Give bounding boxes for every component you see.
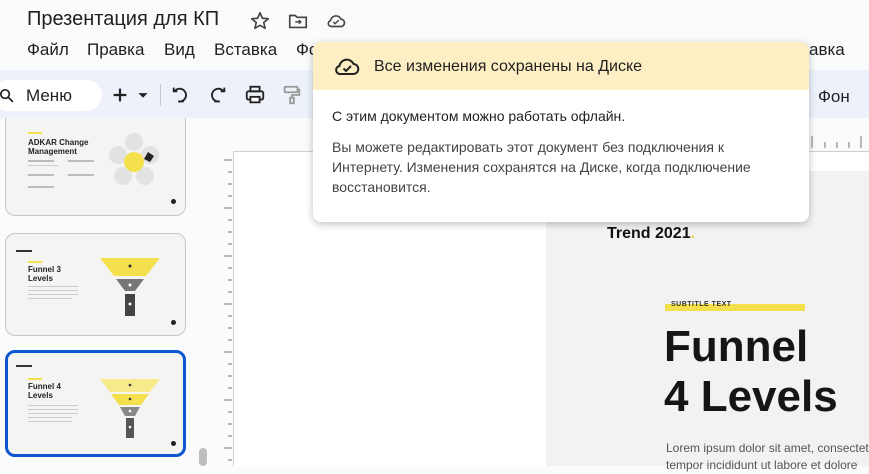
thumb-text-line	[28, 405, 78, 406]
popup-offline-text: С этим документом можно работать офлайн.	[332, 108, 626, 124]
chevron-down-icon[interactable]	[135, 84, 151, 106]
menu-view[interactable]: Вид	[164, 40, 195, 60]
funnel-3-icon	[100, 258, 160, 316]
title-bar: Презентация для КП	[0, 0, 869, 40]
redo-icon[interactable]	[206, 84, 228, 106]
slide-body-line1: Lorem ipsum dolor sit amet, consectetu	[666, 441, 869, 455]
thumb-logo-dot	[171, 199, 176, 204]
slide-title-line2: 4 Levels	[664, 372, 838, 421]
thumb-title: Funnel 3 Levels	[28, 265, 61, 283]
thumb-text-line	[28, 409, 78, 410]
thumb-text-line	[28, 160, 54, 162]
filmstrip-scrollbar[interactable]	[199, 448, 207, 466]
menu-search-button[interactable]: Меню	[0, 80, 102, 111]
funnel-4-icon	[100, 379, 160, 438]
search-icon	[0, 88, 14, 103]
thumb-text-line	[28, 165, 58, 166]
thumb-text-line	[68, 174, 94, 176]
adkar-diagram-icon	[109, 133, 159, 185]
popup-header-text: Все изменения сохранены на Диске	[374, 58, 643, 75]
menu-search-label: Меню	[26, 86, 72, 105]
slide-body-text[interactable]: Lorem ipsum dolor sit amet, consectetu t…	[666, 440, 869, 474]
thumb-logo-dot	[171, 441, 176, 446]
add-icon[interactable]	[109, 84, 131, 106]
menu-edit[interactable]: Правка	[87, 40, 144, 60]
thumb-title: Funnel 4 Levels	[28, 382, 61, 400]
slide-title-line1: Funnel	[664, 322, 809, 371]
cloud-saved-icon[interactable]	[325, 10, 347, 32]
thumb-text-line	[28, 421, 72, 422]
undo-icon[interactable]	[170, 84, 192, 106]
thumb-text-line	[28, 286, 78, 287]
slide-title[interactable]: Funnel 4 Levels	[664, 322, 838, 422]
thumb-logo-dot	[171, 320, 176, 325]
cloud-done-icon	[335, 58, 360, 76]
thumb-text-line	[28, 413, 78, 414]
toolbar-divider	[160, 84, 161, 106]
thumb-text-line	[28, 298, 72, 299]
thumb-text-line	[68, 160, 94, 162]
thumb-text-line	[28, 417, 72, 418]
horizontal-ruler	[811, 136, 862, 148]
thumb-text-line	[28, 294, 78, 295]
thumb-accent-bar	[28, 132, 42, 134]
trend-dot: .	[690, 225, 696, 242]
star-icon[interactable]	[249, 10, 271, 32]
thumb-title: ADKAR Change Management	[28, 138, 89, 156]
thumb-text-line	[28, 174, 54, 176]
popup-body-text: Вы можете редактировать этот документ бе…	[332, 139, 751, 195]
menu-file[interactable]: Файл	[27, 40, 69, 60]
thumb-text-line	[28, 186, 54, 188]
move-to-folder-icon[interactable]	[287, 10, 309, 32]
print-icon[interactable]	[244, 84, 266, 106]
document-title[interactable]: Презентация для КП	[27, 8, 219, 31]
thumb-logo-text	[16, 365, 32, 367]
thumb-accent-bar	[28, 378, 42, 380]
thumb-accent-bar	[28, 261, 42, 263]
slide-trend-text[interactable]: Trend 2021.	[607, 225, 695, 243]
paint-format-icon[interactable]	[281, 84, 303, 106]
trend-label: Trend 2021	[607, 225, 691, 242]
background-button[interactable]: Фон	[818, 87, 850, 107]
vertical-ruler	[224, 159, 232, 461]
popup-header: Все изменения сохранены на Диске	[313, 42, 809, 90]
thumb-logo-text	[16, 250, 32, 252]
slide-thumbnail-funnel-3[interactable]: Funnel 3 Levels	[5, 233, 186, 336]
menu-help[interactable]: авка	[809, 40, 845, 60]
slide-thumbnail-adkar[interactable]: ADKAR Change Management	[5, 118, 186, 216]
slide-subtitle[interactable]: SUBTITLE TEXT	[671, 301, 732, 308]
slide-thumbnail-funnel-4[interactable]: Funnel 4 Levels	[5, 350, 186, 457]
thumb-text-line	[28, 290, 78, 291]
menu-insert[interactable]: Вставка	[214, 40, 277, 60]
save-status-popup: Все изменения сохранены на Диске С этим …	[313, 42, 809, 222]
